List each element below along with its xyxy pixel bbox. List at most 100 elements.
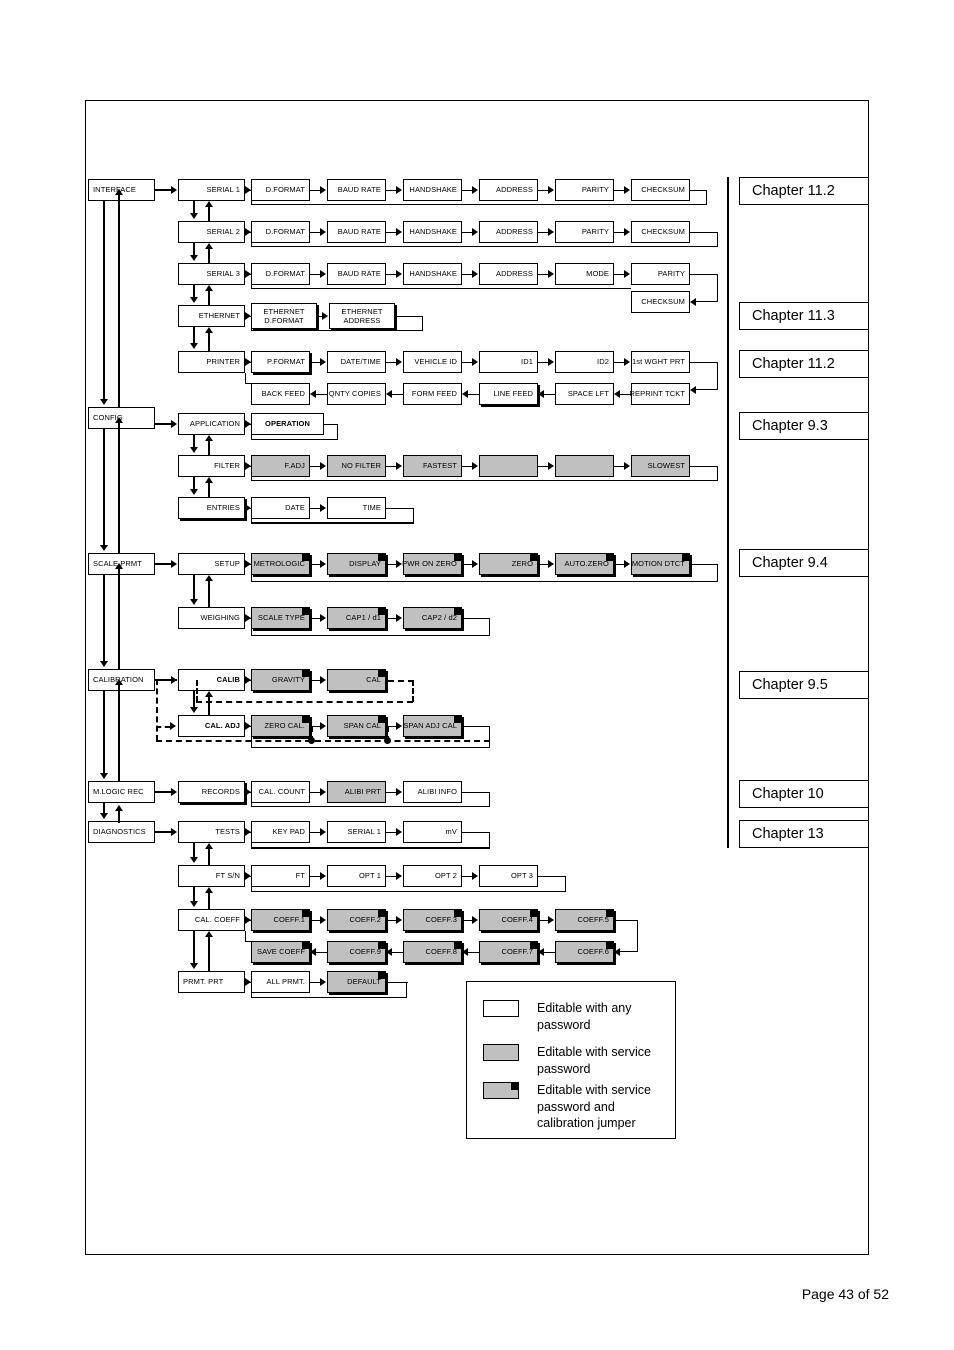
- node-serial2-dformat[interactable]: D.FORMAT: [251, 221, 310, 243]
- node-setup-pwr-on-zero[interactable]: PWR ON ZERO: [402, 553, 462, 575]
- node-printer-id2[interactable]: ID2: [555, 351, 614, 373]
- node-serial1-dformat[interactable]: D.FORMAT: [251, 179, 310, 201]
- node-serial3-address[interactable]: ADDRESS: [479, 263, 538, 285]
- dashed-bus: [156, 740, 490, 742]
- node-cal-adj-zero-cal[interactable]: ZERO CAL.: [251, 715, 310, 737]
- node-coeff-9[interactable]: COEFF.9: [327, 941, 386, 963]
- node-cal-adj-span-cal[interactable]: SPAN CAL: [327, 715, 386, 737]
- node-all-prmt[interactable]: ALL PRMT.: [251, 971, 310, 993]
- node-filter-slowest[interactable]: SLOWEST: [631, 455, 690, 477]
- node-serial1-parity[interactable]: PARITY: [555, 179, 614, 201]
- node-printer-datetime[interactable]: DATE/TIME: [327, 351, 386, 373]
- node-printer[interactable]: PRINTER: [178, 351, 245, 373]
- node-printer-1st-wght-prt[interactable]: 1st WGHT PRT: [631, 351, 690, 373]
- node-printer-form-feed[interactable]: FORM FEED: [403, 383, 462, 405]
- node-ft-sn[interactable]: FT S/N: [178, 865, 245, 887]
- node-coeff-1[interactable]: COEFF.1: [251, 909, 310, 931]
- node-coeff-2[interactable]: COEFF.2: [327, 909, 386, 931]
- node-filter-fastest[interactable]: FASTEST: [403, 455, 462, 477]
- node-mlogic-rec[interactable]: M.LOGIC REC: [88, 781, 155, 803]
- node-setup-motion-dtct[interactable]: MOTION DTCT: [631, 553, 690, 575]
- node-serial3-handshake[interactable]: HANDSHAKE: [403, 263, 462, 285]
- node-setup[interactable]: SETUP: [178, 553, 245, 575]
- node-serial1-handshake[interactable]: HANDSHAKE: [403, 179, 462, 201]
- node-weighing-cap2-d2[interactable]: CAP2 / d2: [403, 607, 462, 629]
- node-application[interactable]: APPLICATION: [178, 413, 245, 435]
- node-coeff-3[interactable]: COEFF.3: [403, 909, 462, 931]
- node-printer-reprint-tckt[interactable]: REPRINT TCKT: [629, 383, 690, 405]
- node-printer-id1[interactable]: ID1: [479, 351, 538, 373]
- node-filter-fadj[interactable]: F.ADJ: [251, 455, 310, 477]
- node-setup-display[interactable]: DISPLAY: [327, 553, 386, 575]
- node-printer-line-feed[interactable]: LINE FEED: [479, 383, 538, 405]
- node-serial3-parity[interactable]: PARITY: [631, 263, 690, 285]
- node-setup-metrologic[interactable]: METROLOGIC: [251, 553, 310, 575]
- node-operation[interactable]: OPERATION: [251, 413, 324, 435]
- node-coeff-6[interactable]: COEFF.6: [555, 941, 614, 963]
- node-filter-blank-1[interactable]: [479, 455, 538, 477]
- node-filter-blank-2[interactable]: [555, 455, 614, 477]
- node-records-alibi-info[interactable]: ALIBI INFO: [403, 781, 462, 803]
- node-entries-time[interactable]: TIME: [327, 497, 386, 519]
- node-records[interactable]: RECORDS: [178, 781, 245, 803]
- node-cal-adj[interactable]: CAL. ADJ: [178, 715, 245, 737]
- node-coeff-8[interactable]: COEFF.8: [403, 941, 462, 963]
- node-tests-key-pad[interactable]: KEY PAD: [251, 821, 310, 843]
- node-serial3-baud-rate[interactable]: BAUD RATE: [327, 263, 386, 285]
- node-serial1-baud-rate[interactable]: BAUD RATE: [327, 179, 386, 201]
- node-label: SCALE TYPE: [257, 613, 305, 623]
- node-coeff-5[interactable]: COEFF.5: [555, 909, 614, 931]
- node-serial3-mode[interactable]: MODE: [555, 263, 614, 285]
- node-printer-back-feed[interactable]: BACK FEED: [251, 383, 310, 405]
- node-tests[interactable]: TESTS: [178, 821, 245, 843]
- node-records-cal-count[interactable]: CAL. COUNT: [251, 781, 310, 803]
- node-records-alibi-prt[interactable]: ALIBI PRT: [327, 781, 386, 803]
- node-entries[interactable]: ENTRIES: [178, 497, 245, 519]
- node-printer-pformat[interactable]: P.FORMAT: [251, 351, 310, 373]
- node-tests-mv[interactable]: mV: [403, 821, 462, 843]
- node-setup-auto-zero[interactable]: AUTO.ZERO: [555, 553, 614, 575]
- node-weighing-cap1-d1[interactable]: CAP1 / d1: [327, 607, 386, 629]
- node-filter-no-filter[interactable]: NO FILTER: [327, 455, 386, 477]
- node-printer-vehicle-id[interactable]: VEHICLE ID: [403, 351, 462, 373]
- node-ft-sn-opt-1[interactable]: OPT 1: [327, 865, 386, 887]
- node-ethernet-dformat[interactable]: ETHERNET D.FORMAT: [251, 303, 317, 329]
- node-calib-cal[interactable]: CAL: [327, 669, 386, 691]
- node-serial-1[interactable]: SERIAL 1: [178, 179, 245, 201]
- node-cal-coeff[interactable]: CAL. COEFF: [178, 909, 245, 931]
- node-serial2-handshake[interactable]: HANDSHAKE: [403, 221, 462, 243]
- node-setup-zero[interactable]: ZERO: [479, 553, 538, 575]
- node-ft-sn-opt-3[interactable]: OPT 3: [479, 865, 538, 887]
- node-serial3-dformat[interactable]: D.FORMAT: [251, 263, 310, 285]
- node-prmt-prt[interactable]: PRMT. PRT: [178, 971, 245, 993]
- node-weighing[interactable]: WEIGHING: [178, 607, 245, 629]
- node-serial-2[interactable]: SERIAL 2: [178, 221, 245, 243]
- node-serial3-checksum[interactable]: CHECKSUM: [631, 291, 690, 313]
- node-ethernet-address[interactable]: ETHERNET ADDRESS: [329, 303, 395, 329]
- node-calib-gravity[interactable]: GRAVITY: [251, 669, 310, 691]
- node-printer-qnty-copies[interactable]: QNTY COPIES: [327, 383, 386, 405]
- node-save-coeff[interactable]: SAVE COEFF: [251, 941, 310, 963]
- node-printer-space-lft[interactable]: SPACE LFT: [555, 383, 614, 405]
- node-diagnostics[interactable]: DIAGNOSTICS: [88, 821, 155, 843]
- node-tests-serial-1[interactable]: SERIAL 1: [327, 821, 386, 843]
- node-weighing-scale-type[interactable]: SCALE TYPE: [251, 607, 310, 629]
- node-serial2-checksum[interactable]: CHECKSUM: [631, 221, 690, 243]
- node-coeff-4[interactable]: COEFF.4: [479, 909, 538, 931]
- node-serial1-checksum[interactable]: CHECKSUM: [631, 179, 690, 201]
- node-filter[interactable]: FILTER: [178, 455, 245, 477]
- node-coeff-7[interactable]: COEFF.7: [479, 941, 538, 963]
- node-ft-sn-ft[interactable]: FT: [251, 865, 310, 887]
- node-ft-sn-opt-2[interactable]: OPT 2: [403, 865, 462, 887]
- node-cal-adj-span-adj-cal[interactable]: SPAN ADJ CAL: [403, 715, 462, 737]
- node-default[interactable]: DEFAULT: [327, 971, 386, 993]
- node-serial2-address[interactable]: ADDRESS: [479, 221, 538, 243]
- node-serial2-parity[interactable]: PARITY: [555, 221, 614, 243]
- node-entries-date[interactable]: DATE: [251, 497, 310, 519]
- node-serial2-baud-rate[interactable]: BAUD RATE: [327, 221, 386, 243]
- link: [544, 952, 555, 953]
- node-serial1-address[interactable]: ADDRESS: [479, 179, 538, 201]
- node-serial-3[interactable]: SERIAL 3: [178, 263, 245, 285]
- node-calib[interactable]: CALIB: [178, 669, 245, 691]
- node-ethernet[interactable]: ETHERNET: [178, 305, 245, 327]
